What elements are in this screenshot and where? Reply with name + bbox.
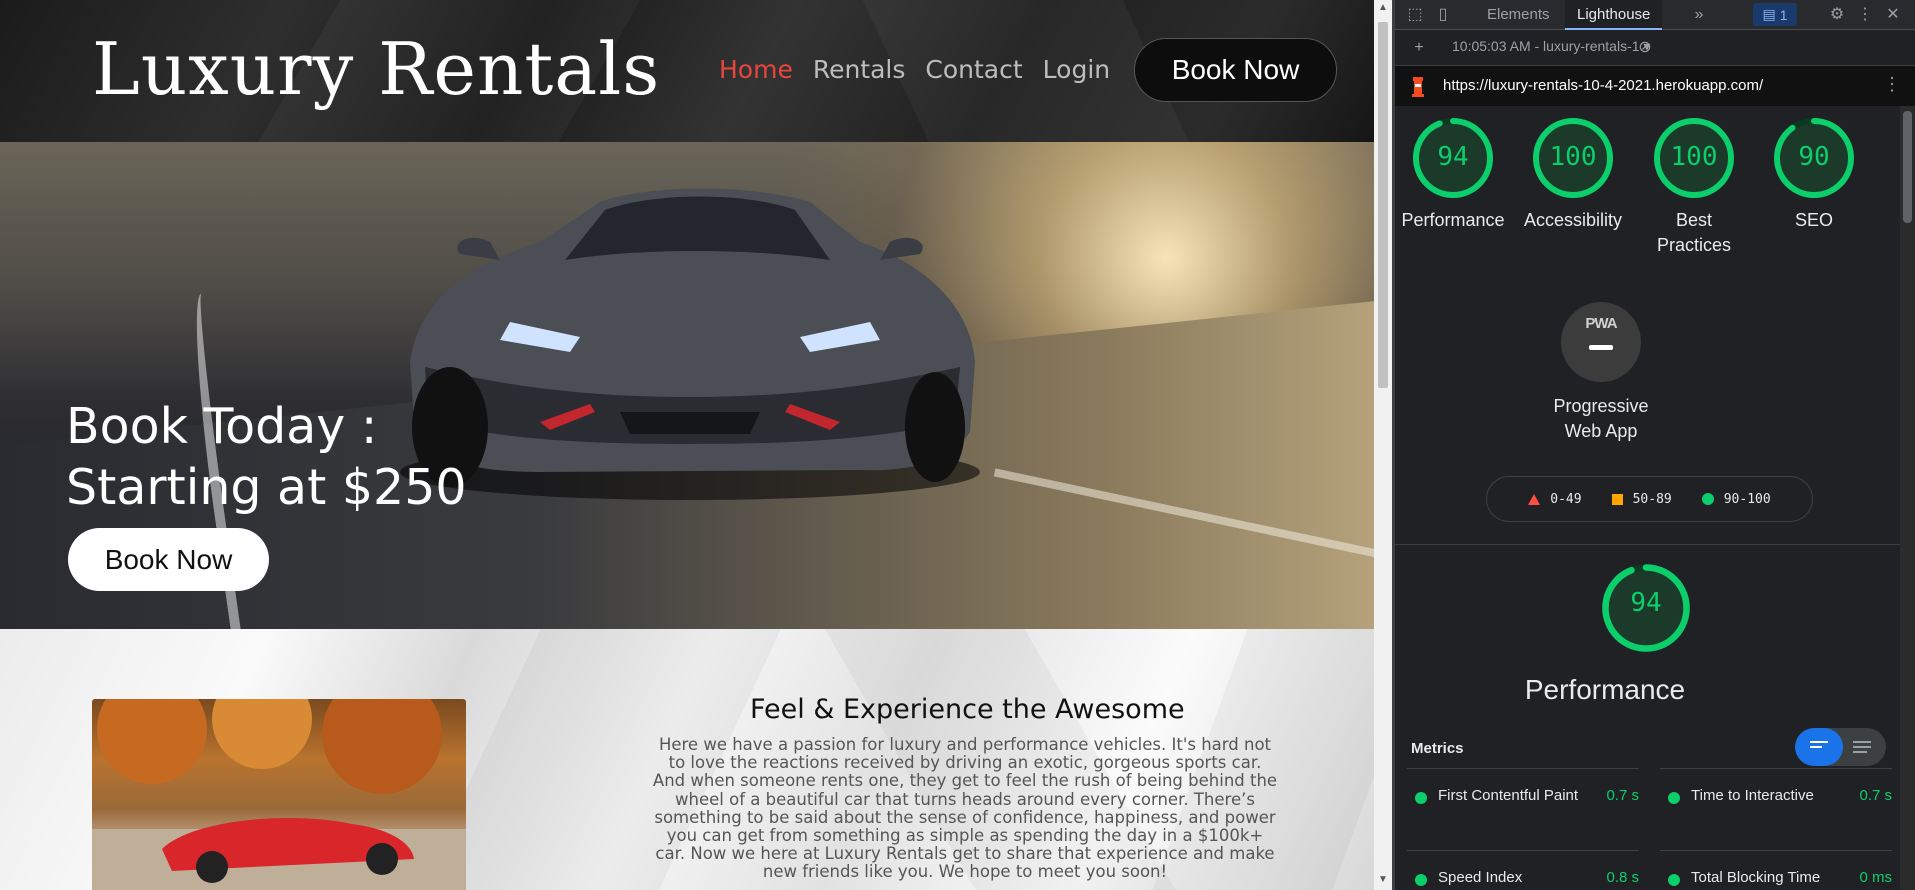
- legend-fail-label: 0-49: [1550, 491, 1582, 507]
- issues-badge[interactable]: ▤ 1: [1753, 3, 1797, 26]
- message-icon: ▤: [1762, 6, 1776, 22]
- kebab-menu-icon[interactable]: ⋮: [1855, 5, 1875, 25]
- pass-dot-icon: [1415, 792, 1427, 804]
- autumn-trees-image: [92, 699, 466, 890]
- legend-average: 50-89: [1611, 491, 1672, 507]
- metric-value: 0.7 s: [1859, 787, 1892, 804]
- metric-speed-index: Speed Index 0.8 s: [1407, 850, 1639, 890]
- lighthouse-logo-icon: [1412, 77, 1424, 97]
- main-nav: Home Rentals Contact Login: [719, 50, 1110, 90]
- report-url[interactable]: https://luxury-rentals-10-4-2021.herokua…: [1443, 77, 1763, 94]
- pwa-badge-text: PWA: [1585, 315, 1617, 332]
- report-menu-icon[interactable]: ⋮: [1883, 74, 1901, 95]
- site-logo[interactable]: Luxury Rentals: [92, 24, 660, 114]
- hero-title: Book Today : Starting at $250: [66, 398, 467, 516]
- metric-first-contentful-paint: First Contentful Paint 0.7 s: [1407, 768, 1639, 830]
- hero-book-now-button[interactable]: Book Now: [68, 528, 269, 591]
- scroll-down-arrow-icon[interactable]: ▼: [1378, 874, 1388, 885]
- pass-dot-icon: [1668, 874, 1680, 886]
- score-legend: 0-49 50-89 90-100: [1486, 476, 1813, 522]
- pwa-badge[interactable]: PWA Progressive Web App: [1541, 302, 1661, 444]
- report-selector[interactable]: 10:05:03 AM - luxury-rentals-1 ▾: [1452, 38, 1650, 55]
- lighthouse-toolbar: + 10:05:03 AM - luxury-rentals-1 ▾ ⊘: [1395, 30, 1915, 66]
- about-title: Feel & Experience the Awesome: [750, 694, 1185, 725]
- performance-title: Performance: [1524, 674, 1686, 705]
- about-section: Feel & Experience the Awesome Here we ha…: [0, 629, 1374, 890]
- section-divider: [1395, 544, 1900, 545]
- score-value: 94: [1437, 142, 1469, 172]
- pwa-dash-icon: [1589, 345, 1613, 350]
- score-value: 100: [1670, 142, 1718, 172]
- pwa-icon: PWA: [1561, 302, 1641, 382]
- metric-value: 0.7 s: [1606, 787, 1639, 804]
- legend-average-label: 50-89: [1632, 491, 1672, 507]
- nav-link-login[interactable]: Login: [1043, 50, 1110, 90]
- score-value: 90: [1798, 142, 1830, 172]
- scroll-up-arrow-icon[interactable]: ▲: [1378, 2, 1388, 13]
- triangle-icon: [1528, 493, 1541, 505]
- metric-total-blocking-time: Total Blocking Time 0 ms: [1660, 850, 1892, 890]
- score-gauge-performance[interactable]: 94 Performance: [1395, 116, 1513, 233]
- red-sports-car-photo: [92, 699, 466, 890]
- page-scrollbar-thumb[interactable]: [1378, 22, 1388, 388]
- header-book-now-button[interactable]: Book Now: [1134, 38, 1337, 102]
- hero-banner: Book Today : Starting at $250 Book Now: [0, 142, 1374, 629]
- legend-fail: 0-49: [1528, 491, 1582, 507]
- issues-count: 1: [1779, 6, 1788, 23]
- pass-dot-icon: [1668, 792, 1680, 804]
- metric-name: First Contentful Paint: [1438, 787, 1579, 804]
- gear-icon[interactable]: ⚙: [1827, 5, 1847, 25]
- score-gauge-accessibility[interactable]: 100 Accessibility: [1513, 116, 1633, 233]
- report-scrollbar-thumb[interactable]: [1903, 111, 1912, 223]
- circle-icon: [1701, 493, 1714, 505]
- about-paragraph: Here we have a passion for luxury and pe…: [652, 735, 1278, 882]
- score-value: 100: [1549, 142, 1597, 172]
- lighthouse-report: 94 Performance 100 Accessibility 100 Bes…: [1395, 106, 1900, 890]
- website-viewport: Luxury Rentals Home Rentals Contact Logi…: [0, 0, 1374, 890]
- metric-value: 0 ms: [1859, 869, 1892, 886]
- metrics-heading: Metrics: [1411, 740, 1464, 757]
- performance-gauge-large[interactable]: 94: [1586, 562, 1706, 654]
- page-scrollbar[interactable]: ▲ ▼: [1374, 0, 1392, 890]
- clear-block-icon[interactable]: ⊘: [1635, 38, 1655, 58]
- metric-name: Speed Index: [1438, 869, 1523, 886]
- metrics-view-toggle[interactable]: [1795, 728, 1886, 766]
- inspect-element-icon[interactable]: ⬚: [1405, 5, 1425, 25]
- compact-view-icon: [1810, 741, 1828, 751]
- device-toolbar-icon[interactable]: ▯: [1433, 5, 1453, 25]
- score-label: Performance: [1401, 210, 1505, 230]
- nav-link-contact[interactable]: Contact: [925, 50, 1022, 90]
- tab-elements[interactable]: Elements: [1475, 0, 1562, 30]
- metric-name: Time to Interactive: [1691, 787, 1814, 804]
- score-gauge-best-practices[interactable]: 100 Best Practices: [1634, 116, 1754, 258]
- square-icon: [1611, 493, 1623, 505]
- report-scrollbar[interactable]: [1900, 106, 1915, 890]
- score-value: 94: [1630, 588, 1662, 618]
- pass-dot-icon: [1415, 874, 1427, 886]
- nav-link-home[interactable]: Home: [719, 50, 793, 90]
- metric-name: Total Blocking Time: [1691, 869, 1821, 886]
- site-header: Luxury Rentals Home Rentals Contact Logi…: [0, 0, 1374, 142]
- plus-icon[interactable]: +: [1409, 38, 1429, 58]
- score-label: SEO: [1794, 210, 1833, 230]
- metric-time-to-interactive: Time to Interactive 0.7 s: [1660, 768, 1892, 830]
- report-selector-label: 10:05:03 AM - luxury-rentals-1: [1452, 38, 1640, 54]
- metric-value: 0.8 s: [1606, 869, 1639, 886]
- devtools-panel: ⬚ ▯ Elements Lighthouse » ▤ 1 ⚙ ⋮ ✕ + 10…: [1395, 0, 1915, 890]
- legend-pass-label: 90-100: [1723, 491, 1771, 507]
- close-icon[interactable]: ✕: [1883, 5, 1903, 25]
- nav-link-rentals[interactable]: Rentals: [813, 50, 906, 90]
- devtools-tabbar: ⬚ ▯ Elements Lighthouse » ▤ 1 ⚙ ⋮ ✕: [1395, 0, 1915, 30]
- score-gauge-seo[interactable]: 90 SEO: [1754, 116, 1874, 233]
- chevron-double-right-icon[interactable]: »: [1689, 5, 1709, 25]
- legend-pass: 90-100: [1701, 491, 1771, 507]
- score-label: Accessibility: [1523, 210, 1623, 230]
- report-url-bar: https://luxury-rentals-10-4-2021.herokua…: [1395, 66, 1915, 106]
- expanded-view-icon[interactable]: [1853, 741, 1871, 756]
- sports-car-image: [400, 188, 980, 500]
- pwa-label: Progressive Web App: [1553, 396, 1649, 441]
- tab-lighthouse[interactable]: Lighthouse: [1565, 0, 1663, 30]
- score-label: Best Practices: [1656, 210, 1732, 255]
